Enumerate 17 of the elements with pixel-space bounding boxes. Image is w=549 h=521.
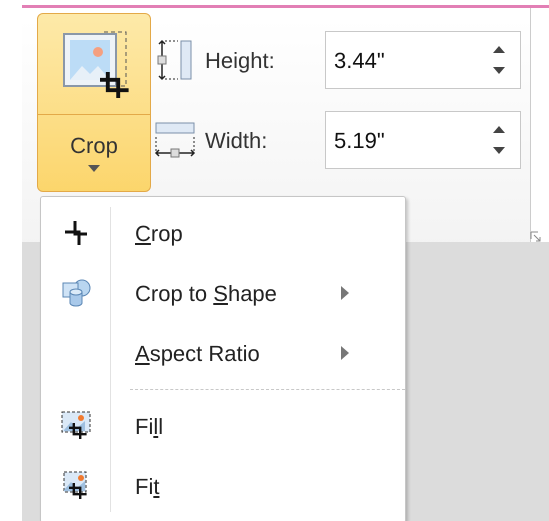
dialog-launcher-icon[interactable]: [530, 231, 542, 243]
menu-item[interactable]: Crop: [41, 203, 405, 263]
field-label: Width:: [204, 126, 268, 154]
crop-split-button[interactable]: Crop: [37, 13, 151, 192]
field-label: Height:: [204, 46, 276, 75]
menu-item[interactable]: Fit: [41, 456, 405, 516]
spin-field[interactable]: 3.44": [325, 31, 521, 89]
shapes-icon: [61, 278, 91, 308]
menu-item[interactable]: Aspect Ratio: [41, 323, 405, 383]
spin-field[interactable]: 5.19": [325, 111, 521, 169]
crop-icon: [63, 220, 89, 246]
menu-item[interactable]: Crop to Shape: [41, 263, 405, 323]
menu-item[interactable]: Fill: [41, 396, 405, 456]
fill-picture-icon: [61, 411, 91, 441]
dropdown-caret-icon: [88, 164, 100, 172]
shape-height-icon: [156, 39, 194, 81]
shape-width-icon: [154, 121, 196, 159]
